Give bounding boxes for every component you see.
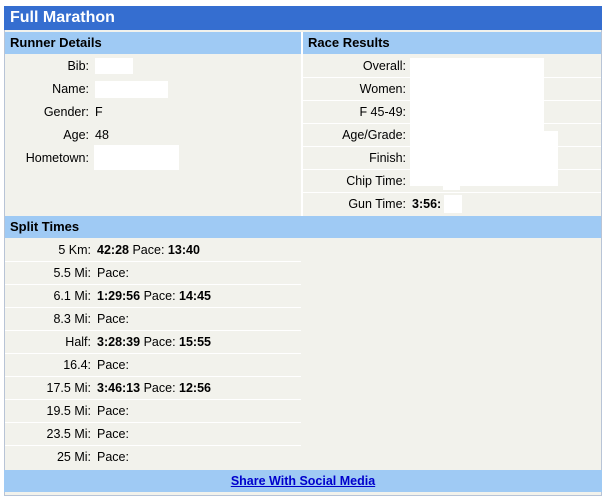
split-label: 19.5 Mi: — [46, 404, 91, 418]
split-pace: 12:56 — [179, 381, 212, 395]
split-pace-label: Pace: — [97, 266, 129, 280]
split-pace-label: Pace: — [97, 427, 129, 441]
runner-field-label: Age: — [63, 128, 89, 142]
name-redaction — [95, 81, 168, 98]
row-divider — [5, 422, 301, 423]
row-divider — [5, 307, 301, 308]
split-label: 8.3 Mi: — [53, 312, 91, 326]
result-field-label: Finish: — [369, 151, 406, 165]
runner-field-label: Hometown: — [25, 151, 89, 165]
split-label: 23.5 Mi: — [46, 427, 91, 441]
runner-field-value: 48 — [95, 128, 109, 142]
split-label: 5.5 Mi: — [53, 266, 91, 280]
split-label: 17.5 Mi: — [46, 381, 91, 395]
split-time: 3:28:39 — [97, 335, 141, 349]
split-pace-label: Pace: — [143, 381, 176, 395]
result-field-label: Age/Grade: — [342, 128, 406, 142]
row-divider — [5, 353, 301, 354]
split-values: Pace: — [97, 446, 129, 469]
chip-time-redaction — [443, 172, 460, 190]
result-field-label: Gun Time: — [348, 197, 406, 211]
split-values: 42:28 Pace: 13:40 — [97, 239, 200, 262]
split-label: 16.4: — [63, 358, 91, 372]
split-time: 3:46:13 — [97, 381, 141, 395]
split-pace-label: Pace: — [97, 358, 129, 372]
split-values: Pace: — [97, 308, 129, 331]
split-values: 1:29:56 Pace: 14:45 — [97, 285, 211, 308]
split-label: 6.1 Mi: — [53, 289, 91, 303]
result-field-label: F 45-49: — [359, 105, 406, 119]
split-values: Pace: — [97, 262, 129, 285]
split-pace: 14:45 — [179, 289, 212, 303]
runner-field-label: Gender: — [43, 105, 89, 119]
runner-field-label: Name: — [52, 82, 89, 96]
result-field-label: Overall: — [362, 59, 406, 73]
row-divider — [303, 192, 601, 193]
runner-field-value: F — [95, 105, 103, 119]
split-values: 3:28:39 Pace: 15:55 — [97, 331, 211, 354]
split-pace-label: Pace: — [97, 450, 129, 464]
split-times-heading: Split Times — [5, 216, 601, 238]
split-pace: 15:55 — [179, 335, 212, 349]
split-label: Half: — [65, 335, 91, 349]
runner-field-label: Bib: — [67, 59, 89, 73]
result-field-value: 3:56: — [412, 197, 442, 211]
share-bar: Share With Social Media — [4, 470, 602, 492]
split-pace-label: Pace: — [143, 289, 176, 303]
result-field-label: Women: — [359, 82, 406, 96]
split-label: 25 Mi: — [56, 450, 91, 464]
gun-time-redaction — [444, 195, 462, 213]
split-pace-label: Pace: — [97, 312, 129, 326]
row-divider — [5, 445, 301, 446]
row-divider — [5, 284, 301, 285]
result-field-label: Chip Time: — [346, 174, 406, 188]
split-time: 1:29:56 — [97, 289, 141, 303]
split-pace-label: Pace: — [97, 404, 129, 418]
row-divider — [5, 376, 301, 377]
split-pace: 13:40 — [167, 243, 200, 257]
placement-redaction — [410, 58, 544, 132]
finish-redaction — [410, 131, 558, 186]
share-social-link[interactable]: Share With Social Media — [231, 474, 375, 488]
split-pace-label: Pace: — [143, 335, 176, 349]
row-divider — [5, 261, 301, 262]
runner-details-heading: Runner Details — [5, 32, 301, 54]
split-values: Pace: — [97, 423, 129, 446]
split-pace-label: Pace: — [132, 243, 165, 257]
hometown-redaction — [94, 145, 179, 170]
row-divider — [5, 330, 301, 331]
bib-redaction — [95, 58, 133, 74]
split-values: Pace: — [97, 354, 129, 377]
split-values: 3:46:13 Pace: 12:56 — [97, 377, 211, 400]
split-values: Pace: — [97, 400, 129, 423]
race-results-heading: Race Results — [303, 32, 601, 54]
split-label: 5 Km: — [58, 243, 91, 257]
row-divider — [5, 399, 301, 400]
split-time: 42:28 — [97, 243, 129, 257]
page-title: Full Marathon — [4, 6, 602, 30]
